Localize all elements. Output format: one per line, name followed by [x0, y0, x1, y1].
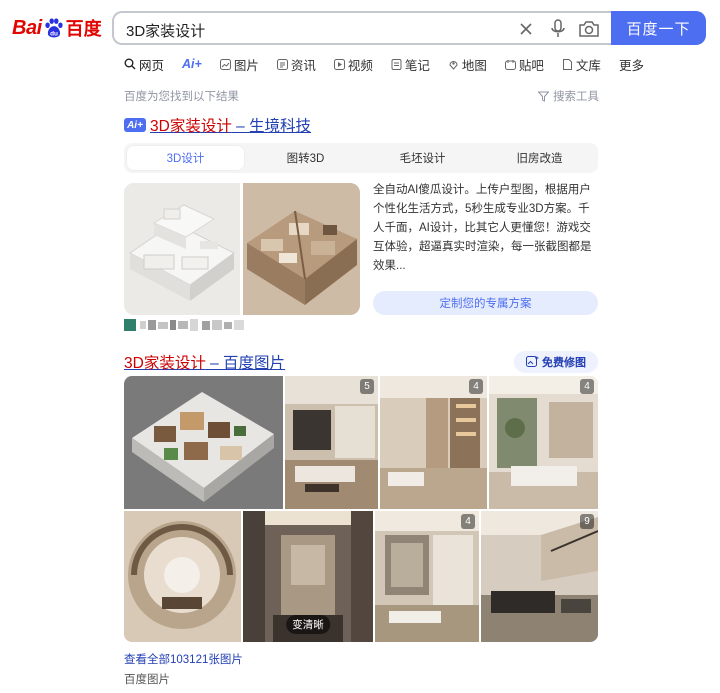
tab-web[interactable]: 网页: [124, 55, 164, 74]
floorplan-furnished-image[interactable]: [243, 183, 360, 315]
search-tabs: 网页 Ai+ 图片 资讯 视频 笔记 地图 贴吧 文库 更多: [124, 54, 662, 74]
tab-ai[interactable]: Ai+: [182, 57, 202, 71]
camera-icon[interactable]: [578, 19, 600, 39]
image-count-badge: 5: [360, 379, 374, 394]
gallery-image-entrance[interactable]: 变清晰: [243, 511, 373, 642]
subtab-renovation[interactable]: 旧房改造: [481, 143, 598, 173]
tab-label: 文库: [575, 58, 601, 73]
gallery-image-living-room-4[interactable]: 9: [481, 511, 598, 642]
paw-icon: du: [45, 18, 63, 38]
subtab-image-to-3d[interactable]: 图转3D: [247, 143, 364, 173]
subtab-3d-design[interactable]: 3D设计: [127, 146, 244, 170]
title-rest: – 生境科技: [231, 118, 312, 135]
gallery-image-living-room-3[interactable]: 4: [375, 511, 479, 642]
title-rest: – 百度图片: [205, 355, 286, 372]
news-icon: [276, 58, 288, 70]
video-icon: [333, 58, 345, 70]
title-highlight: 3D家装设计: [150, 118, 232, 135]
retouch-icon: [526, 356, 539, 367]
badge-label: 免费修图: [542, 357, 586, 369]
tab-wenku[interactable]: 文库: [562, 55, 601, 74]
tab-label: 更多: [618, 58, 644, 73]
title-highlight: 3D家装设计: [124, 355, 206, 372]
tab-label: Ai+: [182, 57, 202, 71]
tab-label: 图片: [233, 58, 259, 73]
search-tools-button[interactable]: 搜索工具: [538, 88, 599, 104]
floorplan-white-image[interactable]: [124, 183, 240, 315]
gallery-image-living-room-2[interactable]: 4: [489, 376, 598, 509]
tab-tieba[interactable]: 贴吧: [504, 55, 544, 74]
map-icon: [449, 60, 458, 70]
source-site-blurred[interactable]: [124, 319, 250, 331]
baidu-logo[interactable]: Bai du 百度: [12, 14, 102, 42]
gallery-image-floorplan-3d[interactable]: [124, 376, 283, 509]
image-icon: [219, 58, 231, 70]
tab-label: 笔记: [404, 58, 430, 73]
image-count-badge: 4: [580, 379, 594, 394]
result-count: 百度为您找到以下结果: [124, 91, 239, 103]
gallery-image-panorama[interactable]: [124, 511, 241, 642]
tieba-icon: [504, 59, 516, 70]
doc-icon: [562, 58, 572, 70]
logo-text-bai: Bai: [12, 16, 42, 39]
gallery-image-living-room-1[interactable]: 5: [285, 376, 378, 509]
search-tools-label: 搜索工具: [553, 91, 599, 103]
tab-map[interactable]: 地图: [448, 55, 487, 74]
image-count-badge: 4: [461, 514, 475, 529]
header: Bai du 百度 3D家装设计 百度一下: [0, 0, 720, 54]
tab-label: 资讯: [290, 58, 316, 73]
image-count-badge: 9: [580, 514, 594, 529]
result1-description: 全自动AI傻瓜设计。上传户型图，根据用户个性化生活方式，5秒生成专业3D方案。千…: [373, 184, 592, 272]
tab-label: 视频: [347, 58, 373, 73]
close-icon[interactable]: [516, 19, 536, 39]
tab-label: 网页: [139, 58, 165, 73]
result1-link[interactable]: 3D家装设计 – 生境科技: [150, 114, 311, 136]
logo-text-baidu: 百度: [65, 19, 102, 39]
ai-badge: Ai+: [124, 118, 146, 132]
search-box[interactable]: 3D家装设计: [112, 11, 614, 45]
result1-subtabs: 3D设计 图转3D 毛坯设计 旧房改造: [124, 143, 598, 173]
search-icon: [124, 58, 136, 70]
filter-icon: [538, 91, 549, 102]
gallery-image-hallway[interactable]: 4: [380, 376, 487, 509]
free-retouch-button[interactable]: 免费修图: [514, 351, 598, 373]
see-all-images-link[interactable]: 查看全部103121张图片: [124, 651, 243, 667]
custom-plan-button[interactable]: 定制您的专属方案: [373, 291, 598, 315]
tab-news[interactable]: 资讯: [276, 55, 316, 74]
image-count-badge: 4: [469, 379, 483, 394]
tab-label: 贴吧: [518, 58, 544, 73]
tab-video[interactable]: 视频: [333, 55, 373, 74]
result1-title[interactable]: Ai+ 3D家装设计 – 生境科技: [124, 114, 311, 136]
tab-images[interactable]: 图片: [219, 55, 259, 74]
tab-label: 地图: [461, 58, 487, 73]
note-icon: [391, 58, 402, 70]
svg-text:du: du: [50, 30, 58, 37]
subtab-blank-design[interactable]: 毛坯设计: [364, 143, 481, 173]
tab-notes[interactable]: 笔记: [391, 55, 430, 74]
search-button[interactable]: 百度一下: [611, 11, 706, 45]
source-name: 百度图片: [124, 674, 170, 686]
tab-more[interactable]: 更多: [619, 55, 644, 74]
search-input[interactable]: 3D家装设计: [126, 20, 205, 41]
enhance-label[interactable]: 变清晰: [286, 615, 330, 634]
microphone-icon[interactable]: [548, 18, 568, 40]
result2-link[interactable]: 3D家装设计 – 百度图片: [124, 351, 285, 373]
